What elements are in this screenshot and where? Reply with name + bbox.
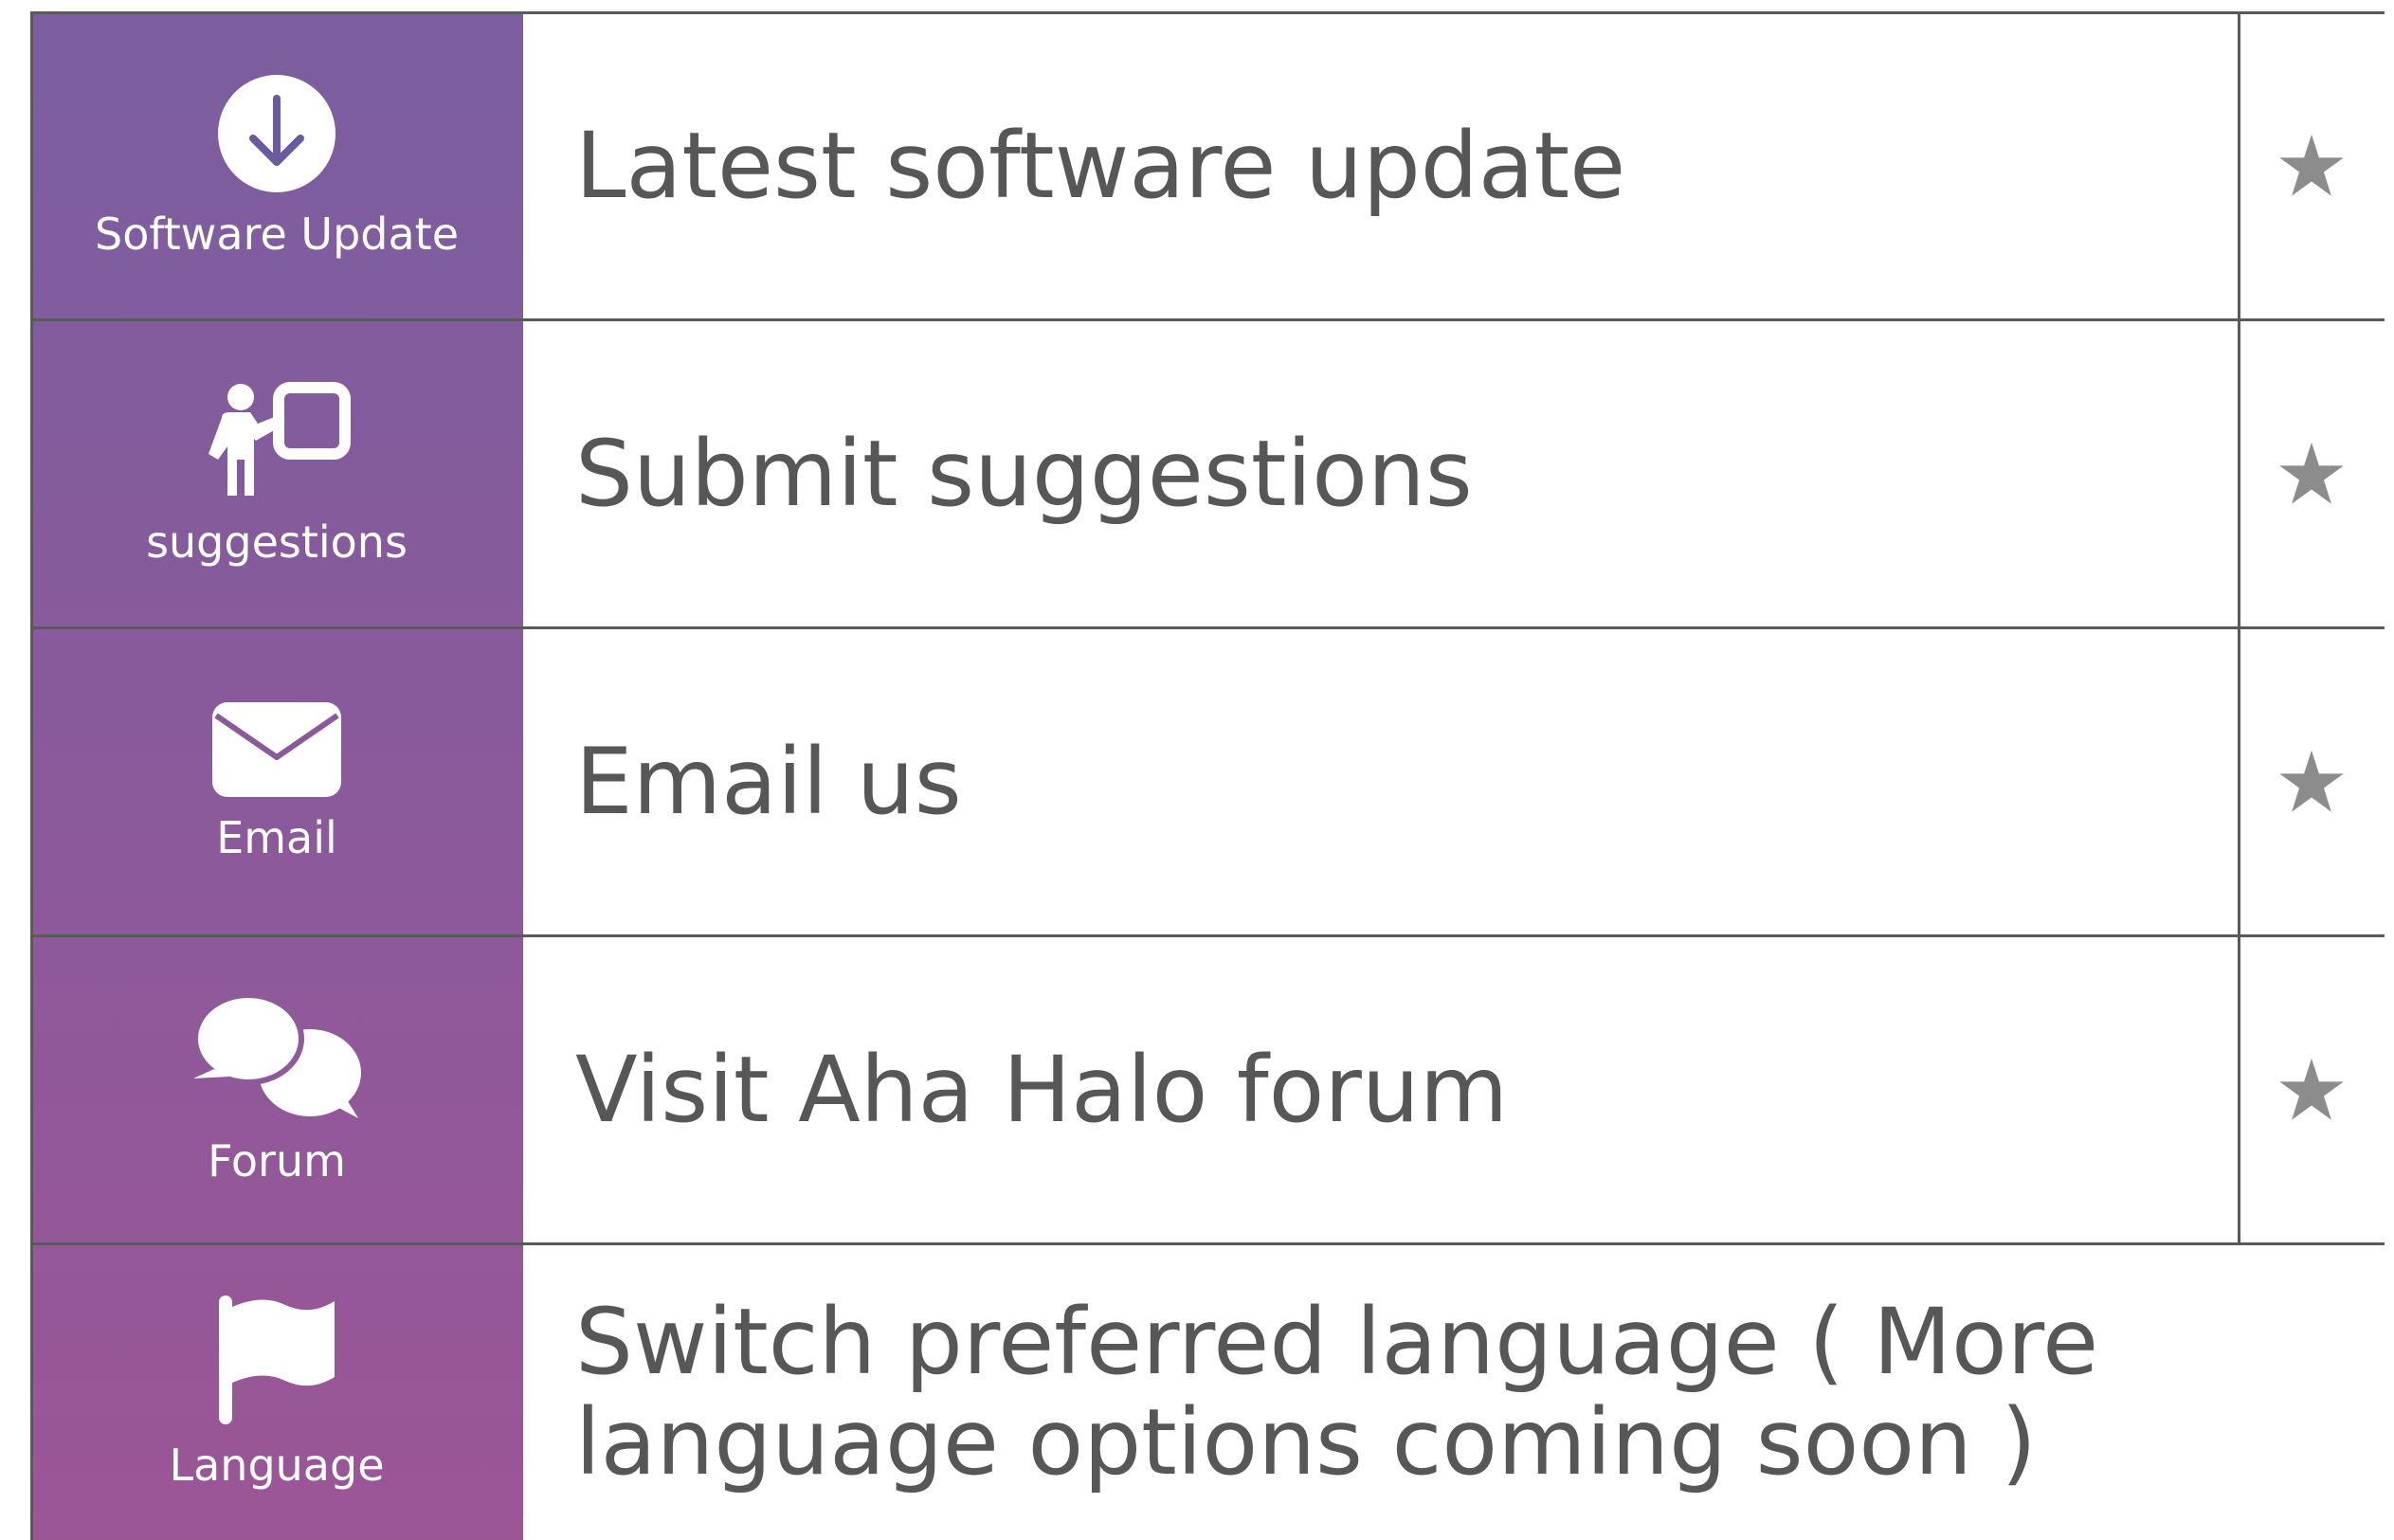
menu-item-text: Email us [575, 728, 962, 835]
icon-cell: Email [30, 627, 523, 935]
menu-row-software-update[interactable]: Software Update Latest software update [30, 11, 2385, 319]
menu-row-forum[interactable]: Forum Visit Aha Halo forum [30, 935, 2385, 1243]
menu-item-text: Switch preferred language ( More languag… [575, 1288, 2099, 1495]
icon-label: Forum [208, 1134, 346, 1187]
divider [30, 11, 2385, 14]
menu-item-text: Visit Aha Halo forum [575, 1036, 1509, 1143]
divider [30, 626, 2385, 629]
menu-row-email[interactable]: Email Email us [30, 627, 2385, 935]
favorite-star-icon[interactable] [2239, 11, 2385, 319]
menu-row-language[interactable]: Language Switch preferred language ( Mor… [30, 1243, 2385, 1540]
favorite-star-icon[interactable] [2239, 319, 2385, 627]
menu-item-text: Submit suggestions [575, 420, 1473, 527]
icon-cell: Forum [30, 935, 523, 1243]
menu-row-suggestions[interactable]: suggestions Submit suggestions [30, 319, 2385, 627]
icon-cell: suggestions [30, 319, 523, 627]
menu-item-text: Latest software update [575, 112, 1626, 219]
help-menu: Software Update Latest software update s… [30, 11, 2385, 1540]
divider [30, 1242, 2385, 1245]
divider [30, 318, 2385, 321]
presentation-icon [201, 380, 353, 503]
chat-bubbles-icon [191, 992, 362, 1122]
icon-label: Software Update [95, 208, 459, 260]
divider [2238, 11, 2240, 1245]
icon-label: suggestions [146, 516, 408, 568]
icon-label: Email [216, 811, 337, 863]
favorite-star-icon[interactable] [2239, 627, 2385, 935]
favorite-star-icon[interactable] [2239, 935, 2385, 1243]
divider [30, 934, 2385, 937]
download-icon [215, 72, 338, 195]
envelope-icon [210, 700, 343, 799]
icon-cell: Software Update [30, 11, 523, 319]
icon-label: Language [169, 1439, 385, 1491]
flag-icon [215, 1294, 338, 1426]
icon-cell: Language [30, 1243, 523, 1540]
divider [30, 11, 33, 1540]
